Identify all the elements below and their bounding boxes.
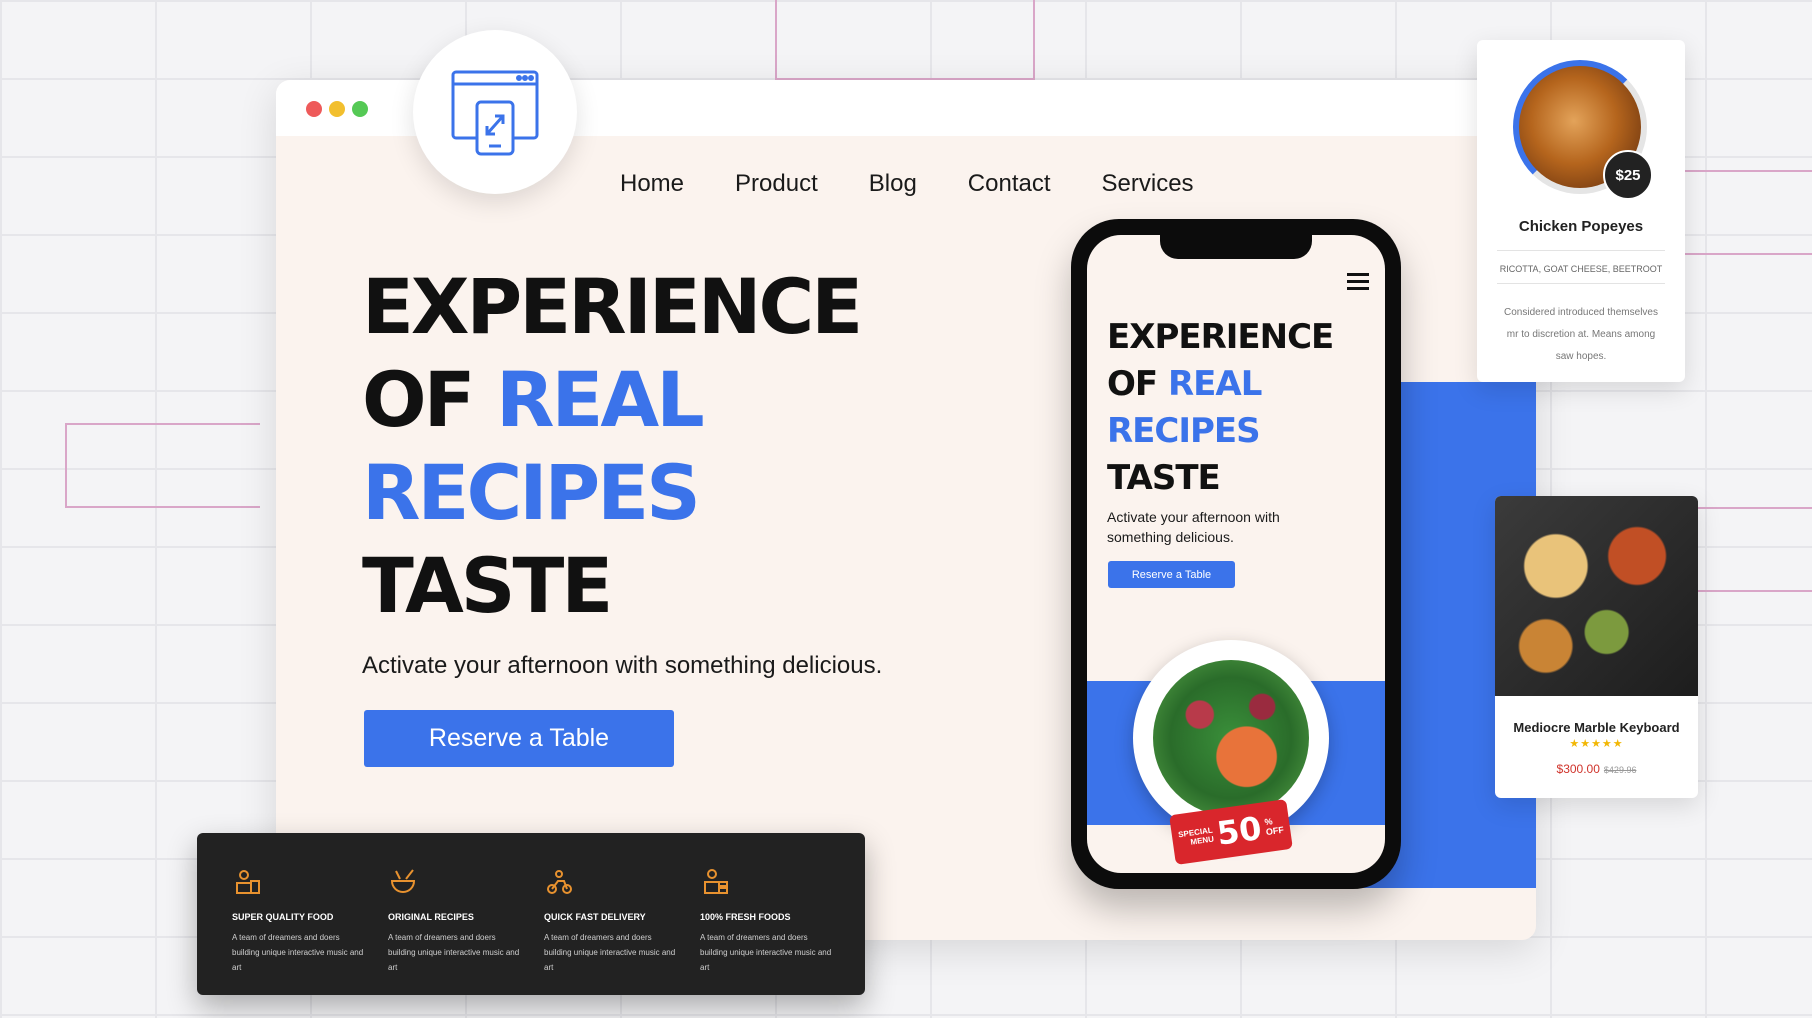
feature-desc: A team of dreamers and doers building un… (388, 933, 520, 972)
current-price: $300.00 (1556, 762, 1600, 776)
feature-title: 100% FRESH FOODS (700, 912, 791, 922)
phone-notch (1160, 235, 1312, 259)
bowl-icon (390, 869, 416, 893)
close-window-dot[interactable] (306, 101, 322, 117)
hero-title-line1: EXPERIENCE (362, 262, 863, 351)
feature-desc: A team of dreamers and doers building un… (232, 933, 364, 972)
phone-hero-title: EXPERIENCE OF REAL RECIPES TASTE (1107, 314, 1334, 502)
phone-title-of: OF (1107, 364, 1168, 404)
nav-contact[interactable]: Contact (968, 170, 1051, 198)
food-platter-image (1495, 496, 1698, 696)
feature-item: 100% FRESH FOODS A team of dreamers and … (700, 867, 856, 995)
features-strip: SUPER QUALITY FOOD A team of dreamers an… (197, 833, 865, 995)
phone-title-line1: EXPERIENCE (1107, 317, 1334, 357)
phone-title-line4: TASTE (1107, 458, 1221, 498)
feature-title: SUPER QUALITY FOOD (232, 912, 334, 922)
special-off: % OFF (1263, 816, 1285, 838)
hero-title-line4: TASTE (362, 541, 613, 630)
feature-item: SUPER QUALITY FOOD A team of dreamers an… (232, 867, 388, 995)
product-card-keyboard[interactable]: Mediocre Marble Keyboard ★★★★★ $300.00 $4… (1495, 496, 1698, 798)
delivery-icon (547, 870, 572, 894)
hero-subtitle: Activate your afternoon with something d… (362, 652, 883, 679)
phone-title-line2: OF REAL (1107, 361, 1333, 408)
chef-icon (236, 870, 260, 894)
feature-title: ORIGINAL RECIPES (388, 912, 474, 922)
minimize-window-dot[interactable] (329, 101, 345, 117)
special-percent: 50 (1214, 808, 1264, 853)
feature-item: QUICK FAST DELIVERY A team of dreamers a… (544, 867, 700, 995)
hero-title-line3: RECIPES (362, 448, 701, 537)
nav-blog[interactable]: Blog (869, 170, 917, 198)
feature-title: QUICK FAST DELIVERY (544, 912, 646, 922)
card-title: Chicken Popeyes (1518, 218, 1644, 235)
main-nav: Home Product Blog Contact Services (620, 170, 1194, 198)
maximize-window-dot[interactable] (352, 101, 368, 117)
card-description: Considered introduced themselves mr to d… (1504, 307, 1658, 362)
card-ingredients: RICOTTA, GOAT CHEESE, BEETROOT (1499, 264, 1663, 274)
star-rating: ★★★★★ (1569, 738, 1624, 750)
nav-home[interactable]: Home (620, 170, 684, 198)
reserve-table-button[interactable]: Reserve a Table (364, 710, 674, 767)
feature-item: ORIGINAL RECIPES A team of dreamers and … (388, 867, 544, 995)
old-price: $429.96 (1603, 765, 1637, 775)
decor-line (65, 423, 260, 508)
salad-image (1153, 660, 1309, 816)
hamburger-menu-icon[interactable] (1347, 273, 1369, 294)
responsive-device-icon (413, 30, 577, 194)
hero-title-real: REAL (495, 355, 705, 444)
hero-title-of: OF (362, 355, 496, 444)
price-badge: $25 (1603, 150, 1653, 200)
phone-subtitle: Activate your afternoon with something d… (1107, 509, 1280, 545)
card-title: Mediocre Marble Keyboard (1513, 720, 1680, 735)
feature-desc: A team of dreamers and doers building un… (700, 933, 832, 972)
phone-mockup: EXPERIENCE OF REAL RECIPES TASTE Activat… (1071, 219, 1401, 889)
divider (1497, 283, 1665, 284)
decor-line (775, 0, 1035, 80)
nav-services[interactable]: Services (1102, 170, 1194, 198)
feature-desc: A team of dreamers and doers building un… (544, 933, 676, 972)
phone-reserve-table-button[interactable]: Reserve a Table (1108, 561, 1235, 588)
card-price: $300.00 $429.96 (1495, 762, 1698, 776)
hero-title: EXPERIENCE OF REAL RECIPES TASTE (362, 260, 863, 632)
phone-title-line3: RECIPES (1107, 411, 1261, 451)
hero-title-line2: OF REAL (362, 353, 860, 446)
product-card-chicken[interactable]: $25 Chicken Popeyes RICOTTA, GOAT CHEESE… (1477, 40, 1685, 382)
phone-title-real: REAL (1167, 364, 1262, 404)
divider (1497, 250, 1665, 251)
burger-icon (704, 869, 728, 894)
special-menu-label: SPECIAL MENU (1177, 825, 1215, 847)
nav-product[interactable]: Product (735, 170, 818, 198)
phone-screen: EXPERIENCE OF REAL RECIPES TASTE Activat… (1087, 235, 1385, 873)
